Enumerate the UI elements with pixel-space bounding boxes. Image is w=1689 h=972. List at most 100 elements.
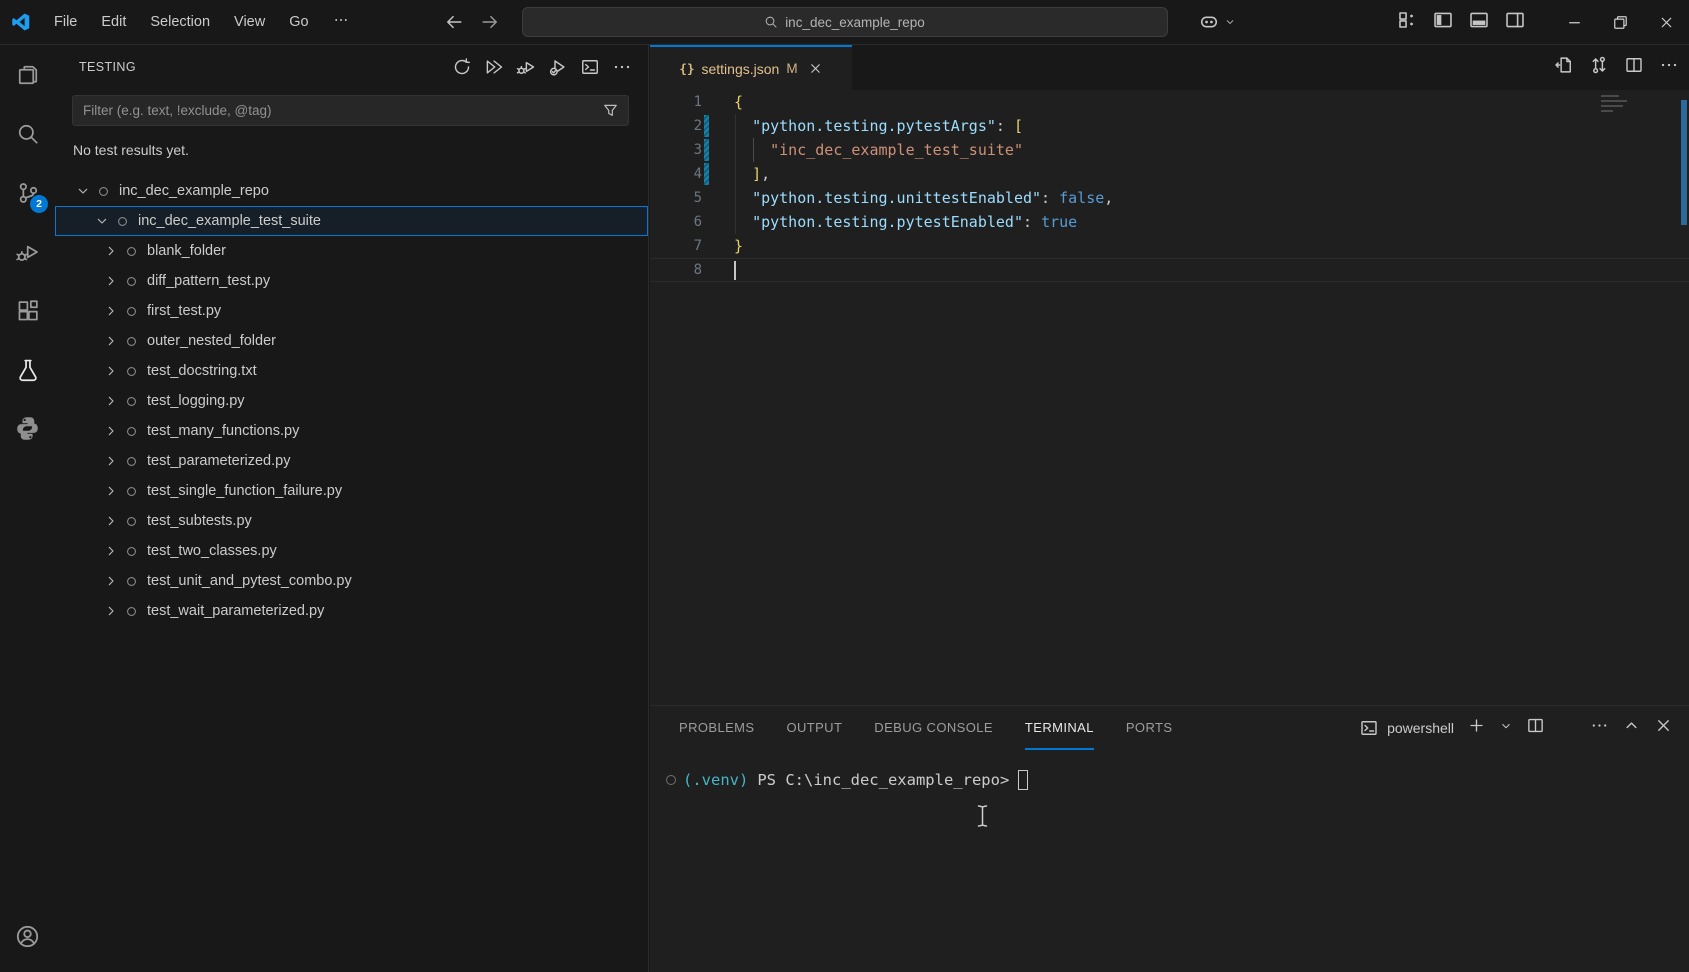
refresh-tests-button[interactable] (452, 57, 472, 77)
run-tests-button[interactable] (484, 57, 504, 77)
test-tree-item-test_unit_and_pytest_combo.py[interactable]: test_unit_and_pytest_combo.py (55, 566, 648, 596)
debug-tests-button[interactable] (516, 57, 536, 77)
kill-terminal-button[interactable] (1558, 716, 1577, 740)
test-filter-input[interactable] (73, 103, 602, 118)
test-tree-item-test_wait_parameterized.py[interactable]: test_wait_parameterized.py (55, 596, 648, 626)
trash-icon (1558, 716, 1577, 735)
code-editor[interactable]: 1{2 "python.testing.pytestArgs": [3 "inc… (650, 90, 1689, 705)
more-icon (1590, 716, 1609, 735)
refresh-icon (452, 57, 472, 77)
chevron-right-icon (103, 363, 119, 379)
code-line-4: 4 ], (650, 162, 1689, 186)
circle-outline-icon (124, 334, 139, 349)
test-tree-item-outer_nested_folder[interactable]: outer_nested_folder (55, 326, 648, 356)
test-item-label: test_subtests.py (147, 513, 252, 529)
circle-outline-icon (124, 394, 139, 409)
close-button[interactable] (1643, 0, 1689, 44)
panel-tab-problems[interactable]: PROBLEMS (679, 706, 754, 750)
activitybar-search[interactable] (0, 104, 55, 163)
close-icon[interactable] (808, 61, 823, 76)
tab-settings-json[interactable]: {} settings.json M (650, 45, 852, 90)
compare-changes-button[interactable] (1589, 55, 1609, 80)
more-actions-button[interactable] (1659, 55, 1679, 80)
test-item-label: inc_dec_example_test_suite (138, 213, 321, 229)
maximize-panel-button[interactable] (1622, 716, 1641, 740)
restore-icon (1612, 14, 1629, 31)
test-tree-item-test_two_classes.py[interactable]: test_two_classes.py (55, 536, 648, 566)
run-all-icon (484, 57, 504, 77)
terminal-cursor (1018, 770, 1028, 790)
menu-view[interactable]: View (222, 0, 277, 44)
toggle-layout-button[interactable] (1396, 9, 1418, 36)
shell-label[interactable]: powershell (1387, 720, 1454, 736)
menu-file[interactable]: File (42, 0, 89, 44)
test-tree-item-test_single_function_failure.py[interactable]: test_single_function_failure.py (55, 476, 648, 506)
split-editor-button[interactable] (1624, 55, 1644, 80)
activitybar-python[interactable] (0, 399, 55, 458)
test-item-label: test_docstring.txt (147, 363, 257, 379)
sidebar-actions (452, 45, 632, 88)
copilot-icon (1198, 11, 1220, 33)
open-changes-button[interactable] (1554, 55, 1574, 80)
extensions-icon (16, 299, 40, 323)
menu-selection[interactable]: Selection (138, 0, 222, 44)
launch-profile-button[interactable] (1499, 719, 1513, 738)
test-tree-item-first_test.py[interactable]: first_test.py (55, 296, 648, 326)
panel-tab-terminal[interactable]: TERMINAL (1025, 706, 1094, 750)
toggle-panel-right-button[interactable] (1504, 9, 1526, 36)
command-center[interactable]: inc_dec_example_repo (522, 7, 1168, 37)
test-tree-item-blank_folder[interactable]: blank_folder (55, 236, 648, 266)
filter-icon[interactable] (602, 102, 619, 119)
panel-tab-debug-console[interactable]: DEBUG CONSOLE (874, 706, 993, 750)
test-tree-item-inc_dec_example_test_suite[interactable]: inc_dec_example_test_suite (55, 206, 648, 236)
menu-more[interactable] (321, 12, 361, 33)
files-icon (16, 63, 40, 87)
forward-arrow-icon[interactable] (480, 12, 500, 32)
terminal-prompt-line[interactable]: (.venv) PS C:\inc_dec_example_repo> (666, 770, 1028, 790)
chevron-right-icon (103, 243, 119, 259)
back-arrow-icon[interactable] (444, 12, 464, 32)
test-item-label: blank_folder (147, 243, 226, 259)
scm-changes-badge: 2 (30, 195, 48, 213)
toggle-panel-left-button[interactable] (1432, 9, 1454, 36)
chevron-right-icon (103, 393, 119, 409)
activitybar-explorer[interactable] (0, 45, 55, 104)
show-output-button[interactable] (580, 57, 600, 77)
menu-edit[interactable]: Edit (89, 0, 138, 44)
test-tree-item-test_docstring.txt[interactable]: test_docstring.txt (55, 356, 648, 386)
activitybar-testing[interactable] (0, 340, 55, 399)
menu-go[interactable]: Go (277, 0, 320, 44)
activity-bar-items: 2 (0, 45, 55, 458)
run-tests-with-coverage-button[interactable] (548, 57, 568, 77)
prompt-text: PS C:\inc_dec_example_repo> (757, 771, 1009, 789)
split-terminal-button[interactable] (1526, 716, 1545, 740)
test-item-label: diff_pattern_test.py (147, 273, 270, 289)
toggle-panel-bottom-button[interactable] (1468, 9, 1490, 36)
test-tree-item-test_many_functions.py[interactable]: test_many_functions.py (55, 416, 648, 446)
test-tree-item-diff_pattern_test.py[interactable]: diff_pattern_test.py (55, 266, 648, 296)
copilot-button[interactable] (1198, 0, 1236, 44)
more-actions-button[interactable] (1590, 716, 1609, 740)
test-tree-item-test_subtests.py[interactable]: test_subtests.py (55, 506, 648, 536)
more-actions-button[interactable] (612, 57, 632, 77)
close-panel-button[interactable] (1654, 716, 1673, 740)
chevron-down-icon (1224, 16, 1236, 28)
debug-alt-icon (16, 240, 40, 264)
split-editor-icon (1526, 716, 1545, 735)
new-terminal-button[interactable] (1467, 716, 1486, 740)
restore-button[interactable] (1597, 0, 1643, 44)
panel-tab-ports[interactable]: PORTS (1126, 706, 1173, 750)
more-icon (1659, 55, 1679, 75)
activitybar-account[interactable] (0, 907, 55, 966)
test-tree-item-test_logging.py[interactable]: test_logging.py (55, 386, 648, 416)
test-tree-item-inc_dec_example_repo[interactable]: inc_dec_example_repo (55, 176, 648, 206)
test-tree-item-test_parameterized.py[interactable]: test_parameterized.py (55, 446, 648, 476)
test-item-label: test_logging.py (147, 393, 245, 409)
vscode-logo-icon (11, 12, 31, 32)
minimize-button[interactable] (1551, 0, 1597, 44)
activitybar-extensions[interactable] (0, 281, 55, 340)
activitybar-run-and-debug[interactable] (0, 222, 55, 281)
activitybar-source-control[interactable]: 2 (0, 163, 55, 222)
panel-tab-output[interactable]: OUTPUT (786, 706, 842, 750)
line-number: 3 (650, 142, 702, 158)
